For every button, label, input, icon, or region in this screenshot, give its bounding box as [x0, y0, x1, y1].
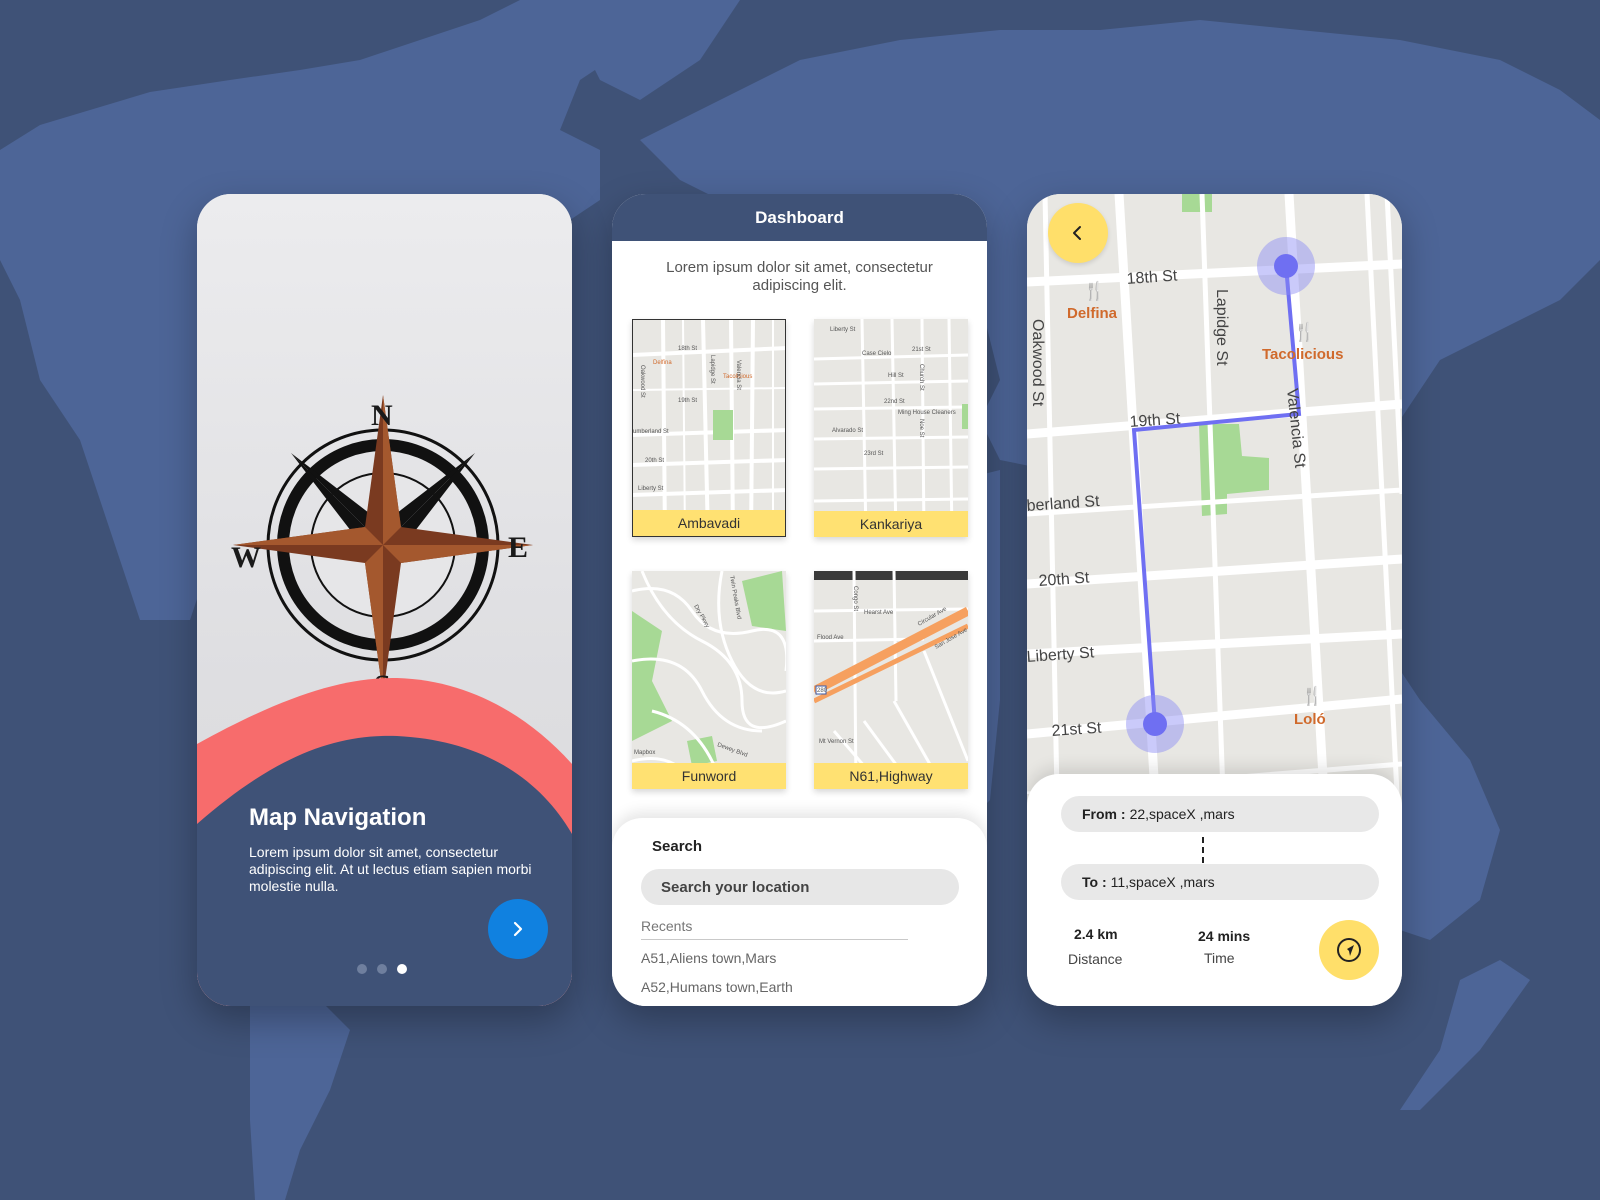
dashboard-screen: Dashboard Lorem ipsum dolor sit amet, co… [612, 194, 987, 1006]
map-card-n61-highway[interactable]: Congo St Hearst Ave Circular Ave Flood A… [814, 571, 968, 789]
map-label: Oakwood St [639, 365, 645, 398]
origin-marker[interactable] [1274, 254, 1298, 278]
page-dot[interactable] [377, 964, 387, 974]
compass-n-label: N [371, 399, 393, 432]
map-label: Congo St [852, 586, 858, 611]
restaurant-icon: 🍴 [1083, 280, 1105, 302]
map-thumbnail-highway: Congo St Hearst Ave Circular Ave Flood A… [814, 571, 968, 789]
street-label: 19th St [1129, 410, 1181, 431]
search-label: Search [652, 838, 703, 855]
map-label: Mt Vernon St [819, 739, 854, 745]
map-label: Alvarado St [832, 428, 863, 434]
map-card-funword[interactable]: Dry Pkwy Mapbox Dewey Blvd Twin Peaks Bl… [632, 571, 786, 789]
navigation-screen: 18th St 19th St berland St 20th St Liber… [1027, 194, 1402, 1006]
map-label: 19th St [678, 398, 697, 404]
street-label: 21st St [1051, 720, 1102, 740]
to-prefix: To : [1082, 874, 1107, 890]
compass-w-label: W [231, 541, 261, 574]
map-card-label: Kankariya [814, 511, 968, 537]
map-label: Noe St [918, 419, 924, 438]
map-label: 22nd St [884, 399, 905, 405]
to-value: 11,spaceX ,mars [1110, 874, 1215, 890]
next-button[interactable] [488, 899, 548, 959]
search-input[interactable] [641, 869, 959, 905]
route-map: 18th St 19th St berland St 20th St Liber… [1027, 194, 1402, 794]
map-label: Lapidge St [709, 355, 715, 384]
to-field[interactable]: To : 11,spaceX ,mars [1061, 864, 1379, 900]
from-prefix: From : [1082, 806, 1126, 822]
map-label: Liberty St [830, 327, 856, 333]
route-panel: From : 22,spaceX ,mars To : 11,spaceX ,m… [1027, 774, 1402, 1006]
compass-e-label: E [508, 531, 528, 564]
map-card-label: Ambavadi [633, 510, 785, 536]
distance-label: Distance [1068, 951, 1123, 967]
navigation-arrow-icon [1337, 938, 1361, 962]
chevron-left-icon [1073, 226, 1081, 240]
search-sheet: Search Recents A51,Aliens town,Mars A52,… [612, 818, 987, 1006]
map-label: Delfina [653, 360, 672, 366]
dashboard-header: Dashboard [612, 194, 987, 241]
map-card-label: N61,Highway [814, 763, 968, 789]
map-card-kankariya[interactable]: Liberty St 21st St Case Cielo Hill St 22… [814, 319, 968, 537]
map-thumbnail-funword: Dry Pkwy Mapbox Dewey Blvd Twin Peaks Bl… [632, 571, 786, 789]
map-label: Hill St [888, 373, 904, 379]
map-label: Liberty St [638, 486, 664, 492]
map-label: Mapbox [634, 750, 655, 756]
time-value: 24 mins [1198, 928, 1251, 944]
place-label[interactable]: Loló [1294, 711, 1326, 728]
map-label: 21st St [912, 347, 931, 353]
page-indicator [357, 964, 407, 974]
time-label: Time [1204, 950, 1235, 966]
page-dot[interactable] [357, 964, 367, 974]
place-label[interactable]: Tacolicious [1262, 346, 1343, 363]
map-thumbnail-ambavadi: 18th St Delfina Tacolicious 19th St umbe… [633, 320, 785, 536]
map-label: Case Cielo [862, 351, 892, 357]
map-label: umberland St [633, 429, 669, 435]
map-label: Church St [918, 364, 924, 391]
start-navigation-button[interactable] [1319, 920, 1379, 980]
map-label: 18th St [678, 346, 697, 352]
back-button[interactable] [1048, 203, 1108, 263]
map-thumbnail-kankariya: Liberty St 21st St Case Cielo Hill St 22… [814, 319, 968, 537]
map-label: Hearst Ave [864, 610, 894, 616]
recents-label: Recents [641, 918, 693, 934]
distance-value: 2.4 km [1074, 926, 1118, 942]
recent-item[interactable]: A52,Humans town,Earth [641, 979, 793, 995]
restaurant-icon: 🍴 [1301, 685, 1323, 707]
map-label: 23rd St [864, 451, 884, 457]
onboarding-title: Map Navigation [249, 804, 427, 831]
map-label: 280 [817, 688, 828, 694]
street-label: 20th St [1038, 569, 1090, 590]
map-card-ambavadi[interactable]: 18th St Delfina Tacolicious 19th St umbe… [632, 319, 786, 537]
from-field[interactable]: From : 22,spaceX ,mars [1061, 796, 1379, 832]
dashboard-intro: Lorem ipsum dolor sit amet, consectetur … [666, 259, 933, 294]
page-title: Dashboard [755, 207, 844, 227]
page-dot-active[interactable] [397, 964, 407, 974]
chevron-right-icon [513, 921, 523, 937]
continent-south-america [250, 990, 350, 1200]
continent-new-zealand [1400, 960, 1530, 1110]
street-label: Oakwood St [1029, 319, 1046, 407]
onboarding-screen: N S E W Map Navigation Lorem ipsum dolor… [197, 194, 572, 1006]
recent-item[interactable]: A51,Aliens town,Mars [641, 950, 776, 966]
map-card-label: Funword [632, 763, 786, 789]
street-label: 18th St [1126, 267, 1178, 288]
continent-greenland [560, 0, 740, 100]
from-value: 22,spaceX ,mars [1129, 806, 1235, 822]
restaurant-icon: 🍴 [1293, 321, 1315, 343]
route-connector [1202, 837, 1204, 863]
destination-marker[interactable] [1143, 712, 1167, 736]
map-label: Flood Ave [817, 635, 844, 641]
map-label: Ming House Cleaners [898, 410, 956, 416]
map-label: Valencia St [735, 360, 741, 390]
street-label: Lapidge St [1213, 289, 1230, 366]
map-label: 20th St [645, 458, 664, 464]
onboarding-description: Lorem ipsum dolor sit amet, consectetur … [249, 844, 532, 894]
place-label[interactable]: Delfina [1067, 305, 1118, 322]
recents-divider [641, 939, 908, 940]
